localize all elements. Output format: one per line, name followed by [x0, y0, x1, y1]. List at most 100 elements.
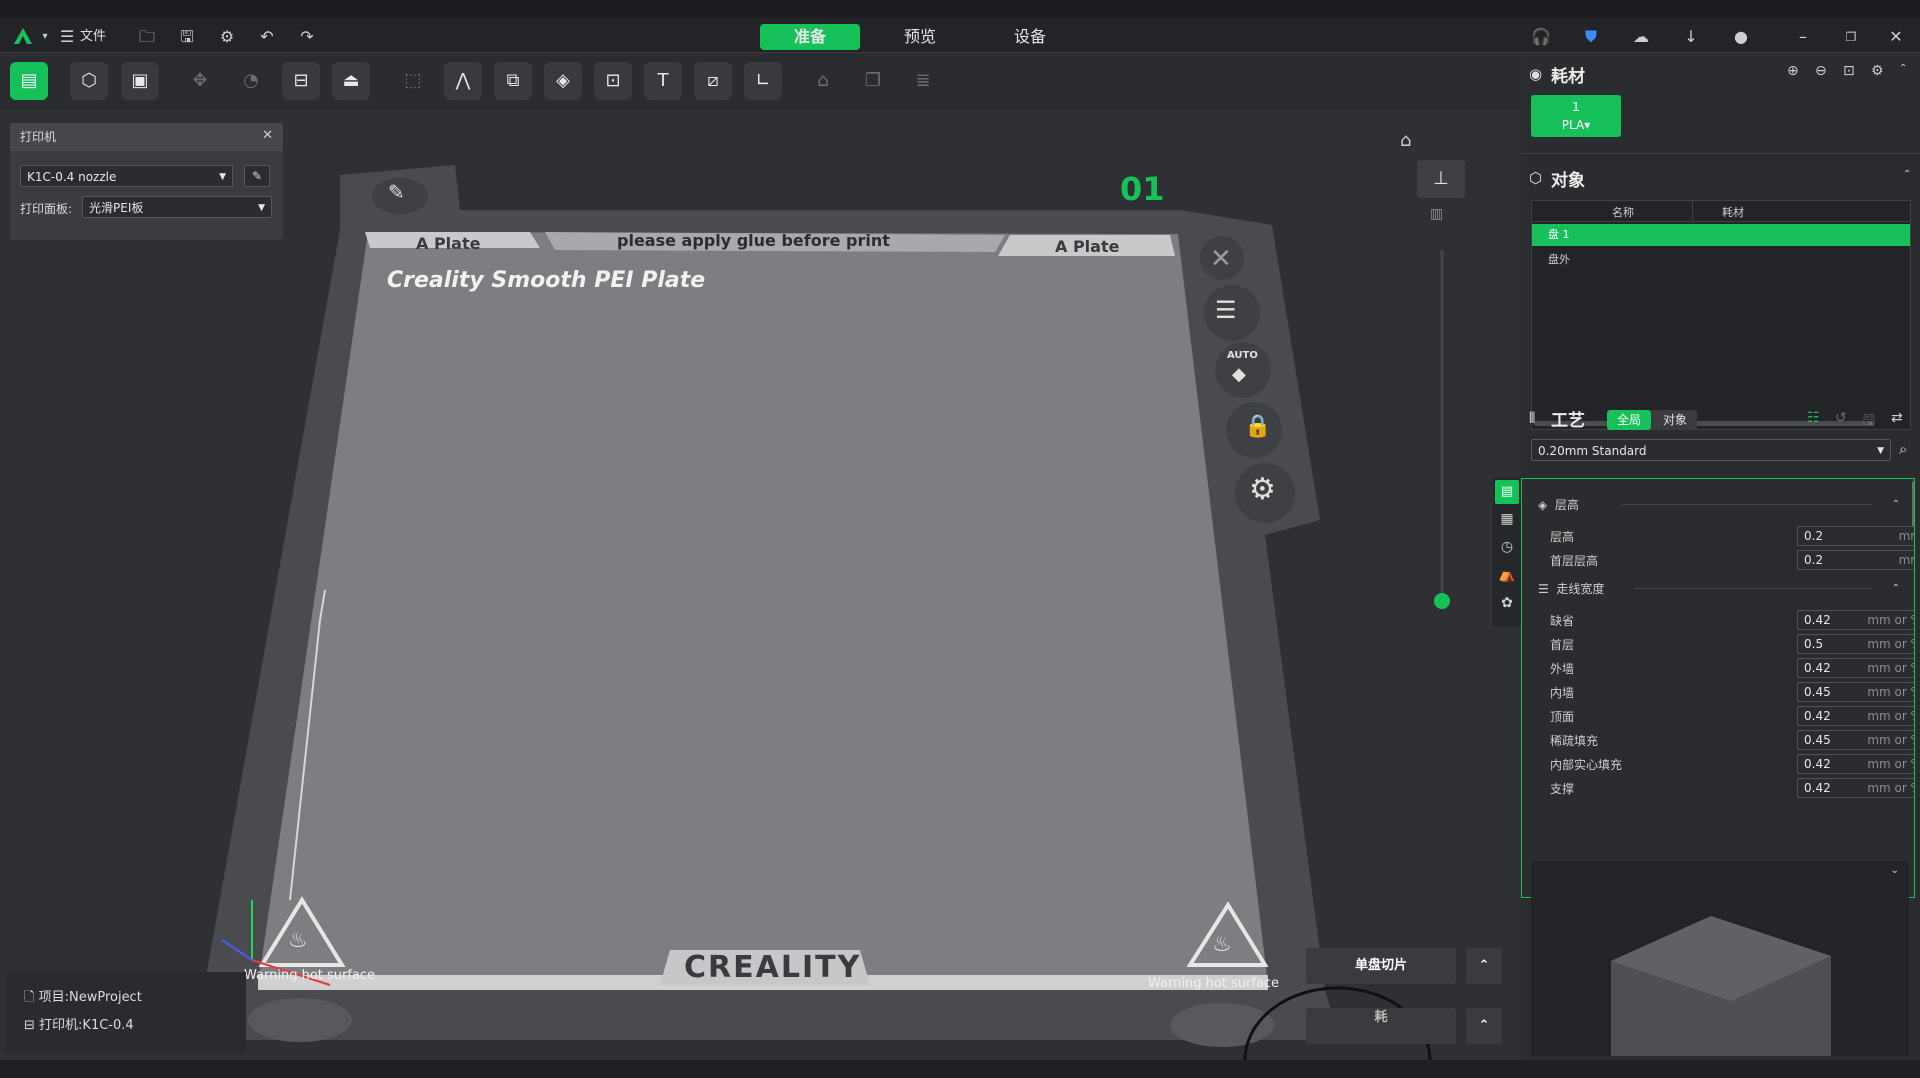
settings-gear-icon[interactable]: ⚙ — [216, 26, 238, 48]
scale-icon[interactable]: ⬚ — [394, 62, 432, 100]
add-plate-icon[interactable]: ▣ — [121, 62, 159, 100]
slice-options-chevron-icon[interactable]: ⌃ — [1466, 948, 1502, 984]
tab-preview[interactable]: 预览 — [880, 24, 960, 50]
brand-logo: CREALITY — [684, 950, 862, 985]
support-tab-icon[interactable]: ⛺ — [1494, 562, 1520, 588]
lay-on-face-icon[interactable]: ⏏ — [332, 62, 370, 100]
user-avatar-icon[interactable]: ● — [1730, 26, 1752, 48]
process-preset-value: 0.20mm Standard — [1538, 444, 1647, 458]
support-paint-icon[interactable]: ⧄ — [694, 62, 732, 100]
copy-icon[interactable]: ⧉ — [494, 62, 532, 100]
collapse-objects-icon[interactable]: ⌃ — [1903, 169, 1911, 180]
shield-badge-icon[interactable]: ⛊ — [1580, 26, 1602, 48]
chevron-down-icon: ▼ — [258, 203, 265, 213]
open-folder-icon[interactable]: 🗀 — [136, 26, 158, 48]
param-input[interactable]: 0.45 mm or % — [1797, 682, 1914, 702]
filament-slot-1[interactable]: 1 PLA▾ — [1531, 95, 1621, 137]
others-tab-icon[interactable]: ✿ — [1494, 590, 1520, 616]
filament-settings-icon[interactable]: ⚙ — [1871, 63, 1884, 79]
reset-icon[interactable]: ↺ — [1835, 410, 1847, 426]
plate-list-icon[interactable]: ☰ — [1215, 296, 1237, 324]
param-input[interactable]: 0.42 mm or % — [1797, 658, 1914, 678]
slice-plate-button[interactable]: 单盘切片 — [1306, 948, 1456, 984]
auto-level-icon[interactable]: ◆ — [1232, 364, 1246, 385]
layer-bottom-icon[interactable]: ▥ — [1430, 206, 1443, 222]
collapse-thumbnail-icon[interactable]: ⌄ — [1891, 865, 1899, 876]
home-view-icon[interactable]: ⌂ — [1400, 130, 1411, 151]
app-logo-icon[interactable] — [12, 26, 34, 46]
layers-icon[interactable]: ≣ — [904, 62, 942, 100]
speed-tab-icon[interactable]: ◷ — [1494, 534, 1520, 560]
auto-orient-icon[interactable]: ✥ — [181, 62, 219, 100]
object-row-outside[interactable]: 盘外 — [1548, 249, 1570, 271]
save-preset-icon[interactable]: 🖫 — [1863, 410, 1875, 434]
param-input[interactable]: 0.42 mm or % — [1797, 754, 1914, 774]
edit-printer-icon[interactable]: ✎ — [244, 165, 270, 187]
objects-icon: ⬡ — [1529, 169, 1543, 187]
print-options-chevron-icon[interactable]: ⌃ — [1466, 1008, 1502, 1044]
param-input[interactable]: 0.42 mm or % — [1797, 706, 1914, 726]
param-input[interactable]: 0.2 mm — [1797, 526, 1914, 546]
object-row-plate-1[interactable]: 盘 1 — [1532, 224, 1910, 246]
tab-prepare[interactable]: 准备 — [760, 24, 860, 50]
layer-top-icon[interactable]: ⊥ — [1417, 160, 1465, 198]
file-menu[interactable]: 文件 — [80, 26, 106, 48]
strength-tab-icon[interactable]: ▦ — [1494, 506, 1520, 532]
mirror-icon[interactable]: ⋀ — [444, 62, 482, 100]
print-plate-button[interactable]: 耗 — [1306, 1008, 1456, 1044]
split-plate-icon[interactable]: ⊟ — [282, 62, 320, 100]
thumbnail-model-shape — [1611, 916, 1831, 1056]
remove-filament-icon[interactable]: ⊖ — [1815, 63, 1827, 79]
measure-icon[interactable]: ∟ — [744, 62, 782, 100]
group-layer-height[interactable]: ◈ 层高 ⌃ — [1538, 493, 1908, 517]
edit-filament-icon[interactable]: ⊡ — [1843, 63, 1855, 79]
param-input[interactable]: 0.42 mm or % — [1797, 778, 1914, 798]
headset-icon[interactable]: 🎧 — [1530, 26, 1552, 48]
add-filament-icon[interactable]: ⊕ — [1787, 63, 1799, 79]
quality-tab-icon[interactable]: ▤ — [1495, 480, 1519, 504]
seam-paint-icon[interactable]: ⌂ — [804, 62, 842, 100]
redo-icon[interactable]: ↷ — [296, 26, 318, 48]
printer-select[interactable]: K1C-0.4 nozzle ▼ — [20, 165, 233, 187]
download-icon[interactable]: ↓ — [1680, 26, 1702, 48]
param-input[interactable]: 0.45 mm or % — [1797, 730, 1914, 750]
cloud-upload-icon[interactable]: ☁ — [1630, 26, 1652, 48]
restore-icon[interactable]: ❐ — [1840, 26, 1862, 48]
process-preset-select[interactable]: 0.20mm Standard ▼ — [1531, 439, 1891, 461]
param-input[interactable]: 0.2 mm — [1797, 550, 1914, 570]
save-icon[interactable]: 🖫 — [176, 26, 198, 48]
search-icon[interactable]: ⌕ — [1899, 440, 1907, 458]
plate-type-select[interactable]: 光滑PEI板 ▼ — [82, 196, 272, 218]
scope-object-button[interactable]: 对象 — [1653, 410, 1697, 430]
undo-icon[interactable]: ↶ — [256, 26, 278, 48]
arrange-icon[interactable]: ◔ — [232, 62, 270, 100]
hamburger-menu-icon[interactable]: ☰ — [56, 26, 78, 48]
param-input[interactable]: 0.5 mm or % — [1797, 634, 1914, 654]
param-unit: mm or % — [1867, 781, 1914, 795]
hollow-icon[interactable]: ⊡ — [594, 62, 632, 100]
object-list-scrollbar[interactable] — [1534, 421, 1874, 426]
tab-device[interactable]: 设备 — [990, 24, 1070, 50]
text-tool-icon[interactable]: T — [644, 62, 682, 100]
edit-plate-icon[interactable]: ✎ — [388, 180, 405, 204]
close-plate-icon[interactable]: ✕ — [1210, 244, 1232, 274]
param-input[interactable]: 0.42 mm or % — [1797, 610, 1914, 630]
close-panel-icon[interactable]: ✕ — [262, 128, 273, 143]
collapse-filament-icon[interactable]: ⌃ — [1899, 63, 1907, 74]
viewport-3d[interactable]: ✎ A Plate please apply glue before print… — [0, 110, 1521, 1060]
close-window-icon[interactable]: ✕ — [1885, 26, 1907, 48]
minimize-icon[interactable]: – — [1792, 26, 1814, 48]
plate-view-icon[interactable]: ▤ — [10, 62, 48, 100]
lock-icon[interactable]: 🔒 — [1244, 414, 1271, 439]
scope-global-button[interactable]: 全局 — [1607, 410, 1651, 430]
param-value: 0.2 — [1804, 553, 1824, 567]
add-object-icon[interactable]: ⬡ — [70, 62, 108, 100]
chevron-down-icon[interactable]: ▾ — [34, 26, 56, 48]
project-label: 项目:NewProject — [38, 990, 142, 1005]
cut-icon[interactable]: ◈ — [544, 62, 582, 100]
list-view-icon[interactable]: ☷ — [1807, 410, 1820, 426]
plate-settings-gear-icon[interactable]: ⚙ — [1249, 472, 1276, 507]
compare-icon[interactable]: ⇄ — [1891, 410, 1903, 426]
boolean-icon[interactable]: ❐ — [854, 62, 892, 100]
group-line-width[interactable]: ☰ 走线宽度 ⌃ — [1538, 577, 1908, 601]
